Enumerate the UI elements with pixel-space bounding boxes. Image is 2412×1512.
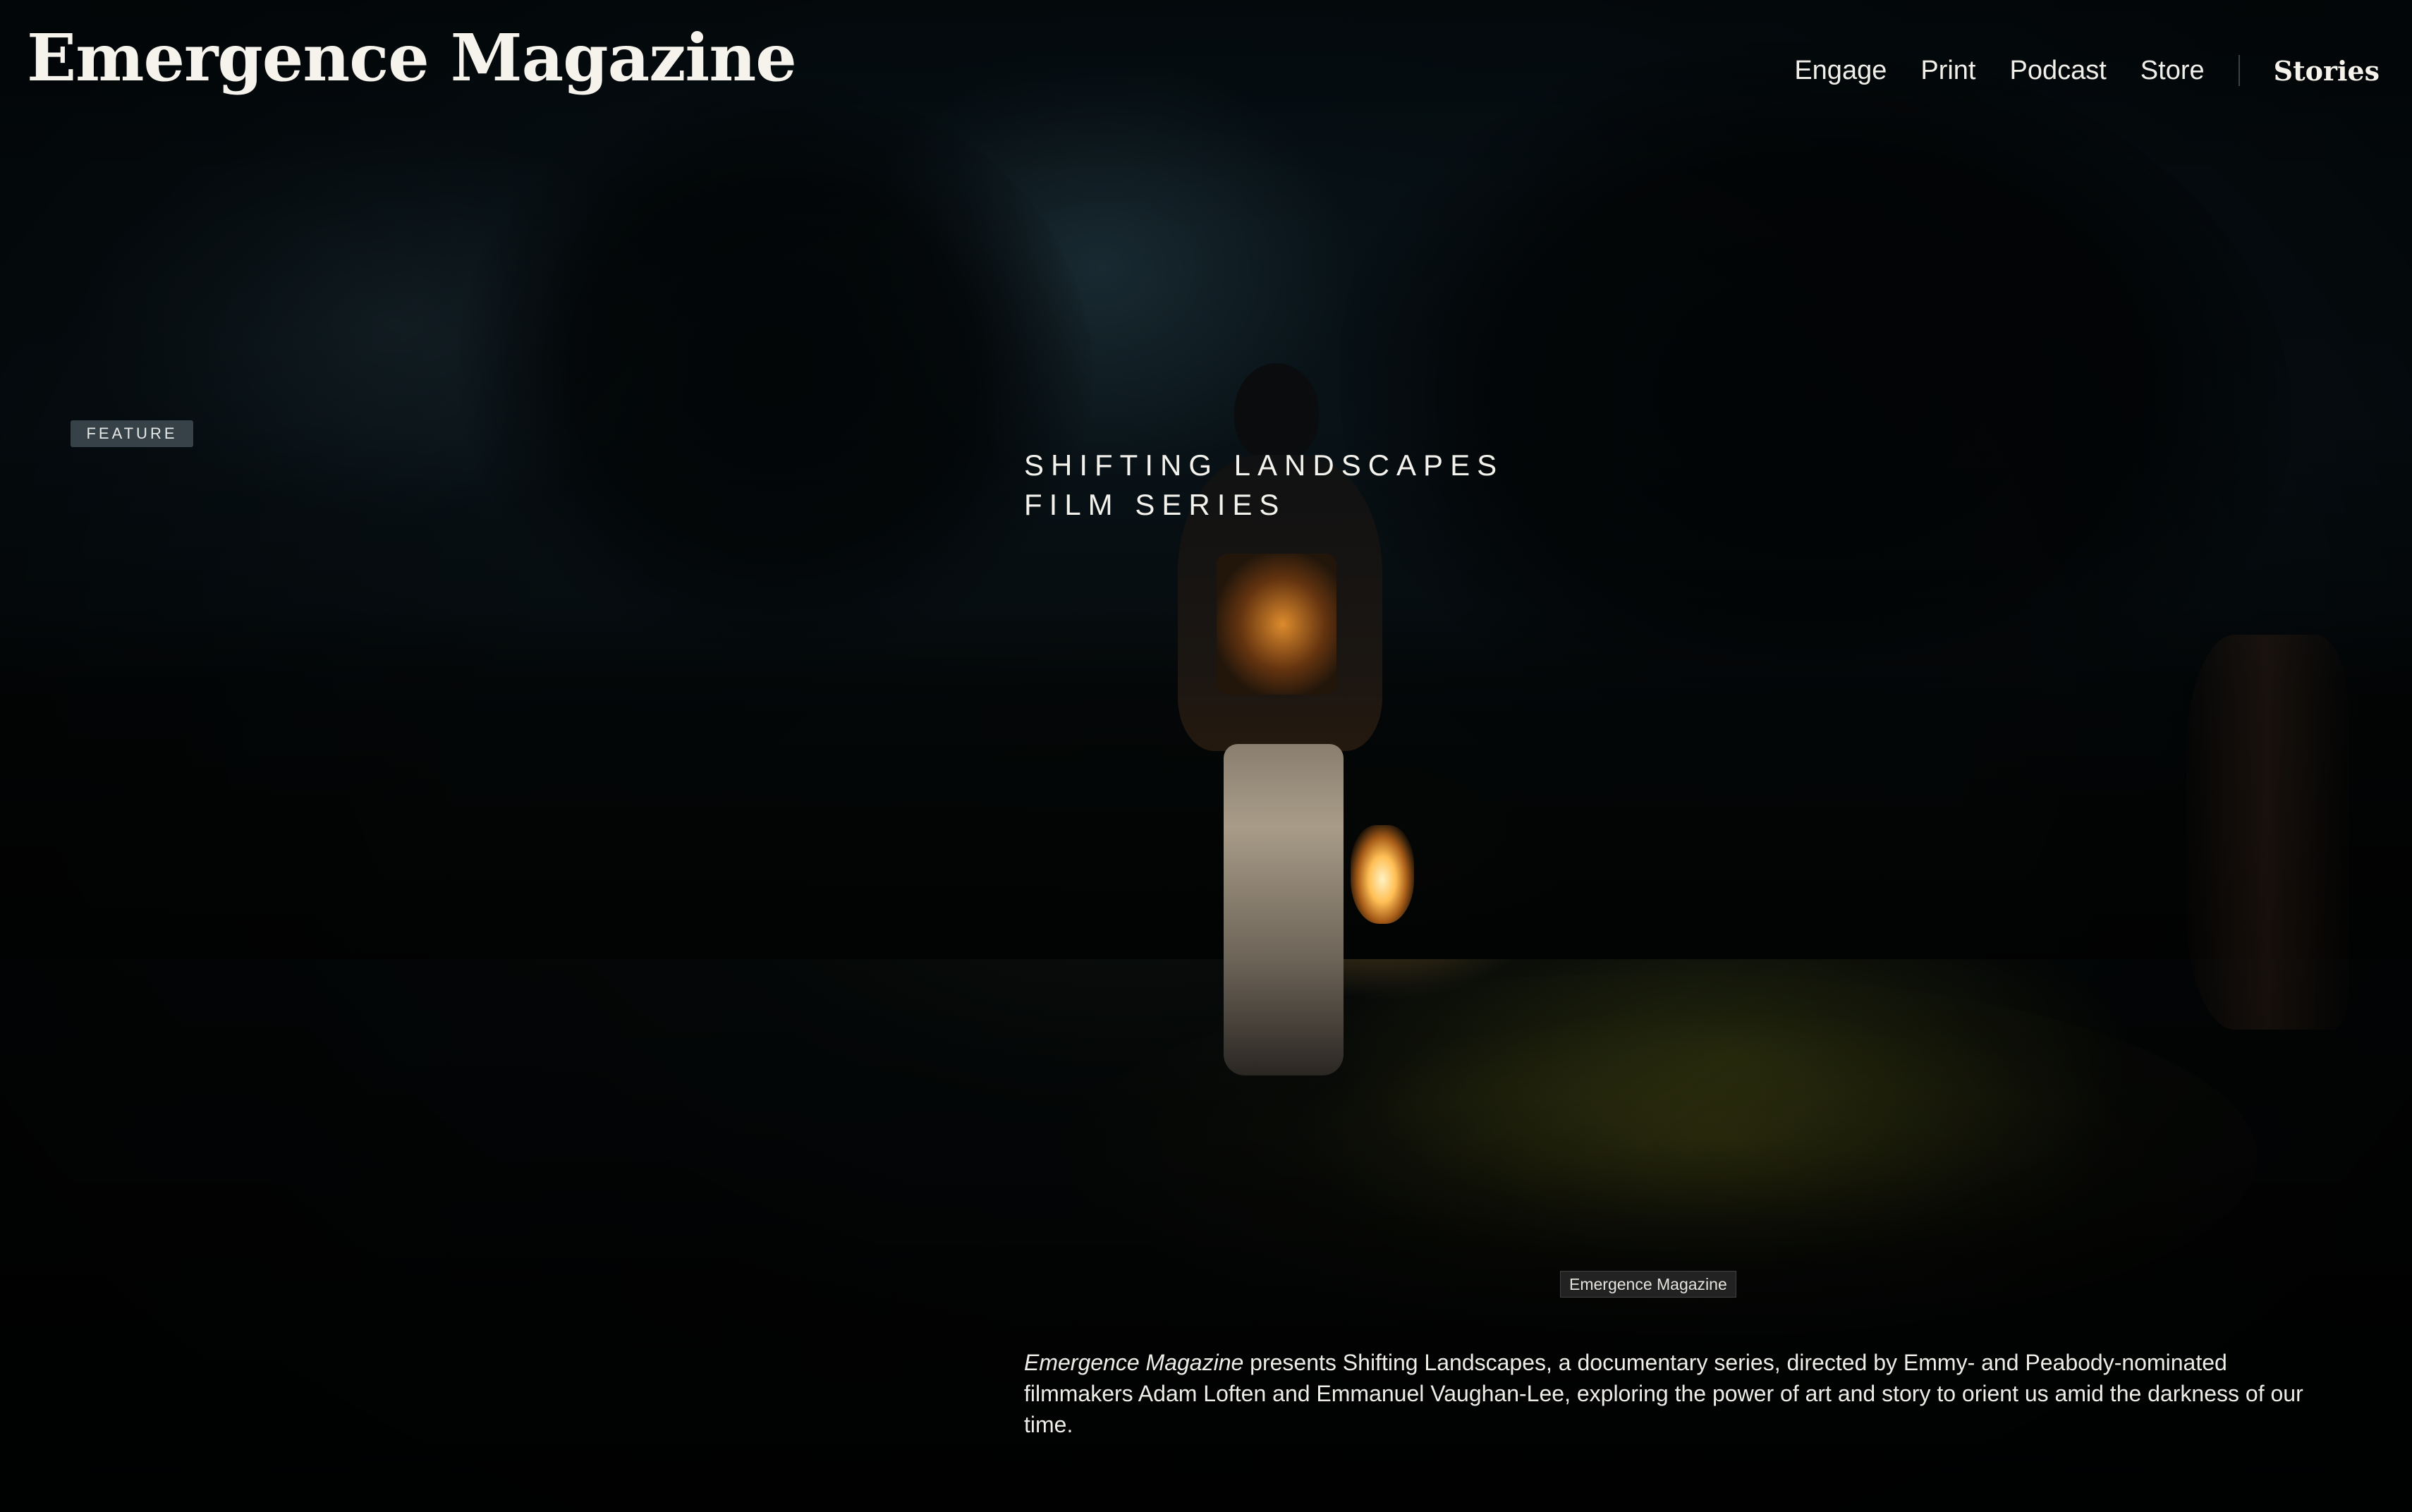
nav-link-print[interactable]: Print — [1920, 56, 1975, 86]
site-header: Emergence Magazine Engage Print Podcast … — [0, 0, 2412, 141]
story-title[interactable]: SHIFTING LANDSCAPES FILM SERIES — [1024, 446, 1659, 525]
image-vignette — [0, 0, 2412, 1512]
nav-link-store[interactable]: Store — [2140, 56, 2205, 86]
publication-name: Emergence Magazine — [1024, 1350, 1244, 1375]
hero-stage: Emergence Magazine Engage Print Podcast … — [0, 0, 2412, 1512]
main-navigation: Engage Print Podcast Store Stories — [1794, 42, 2380, 99]
feature-badge: FEATURE — [71, 420, 193, 447]
hero-background-image — [0, 0, 2412, 1512]
nav-link-engage[interactable]: Engage — [1794, 56, 1887, 86]
nav-link-podcast[interactable]: Podcast — [2009, 56, 2106, 86]
nav-link-stories[interactable]: Stories — [2274, 55, 2380, 87]
nav-divider — [2238, 55, 2240, 86]
story-description: Emergence Magazine presents Shifting Lan… — [1024, 1347, 2322, 1440]
story-title-line-1: SHIFTING LANDSCAPES — [1024, 449, 1504, 482]
story-title-line-2: FILM SERIES — [1024, 488, 1286, 521]
photo-credit-label: Emergence Magazine — [1560, 1271, 1736, 1298]
site-logo[interactable]: Emergence Magazine — [27, 16, 797, 100]
